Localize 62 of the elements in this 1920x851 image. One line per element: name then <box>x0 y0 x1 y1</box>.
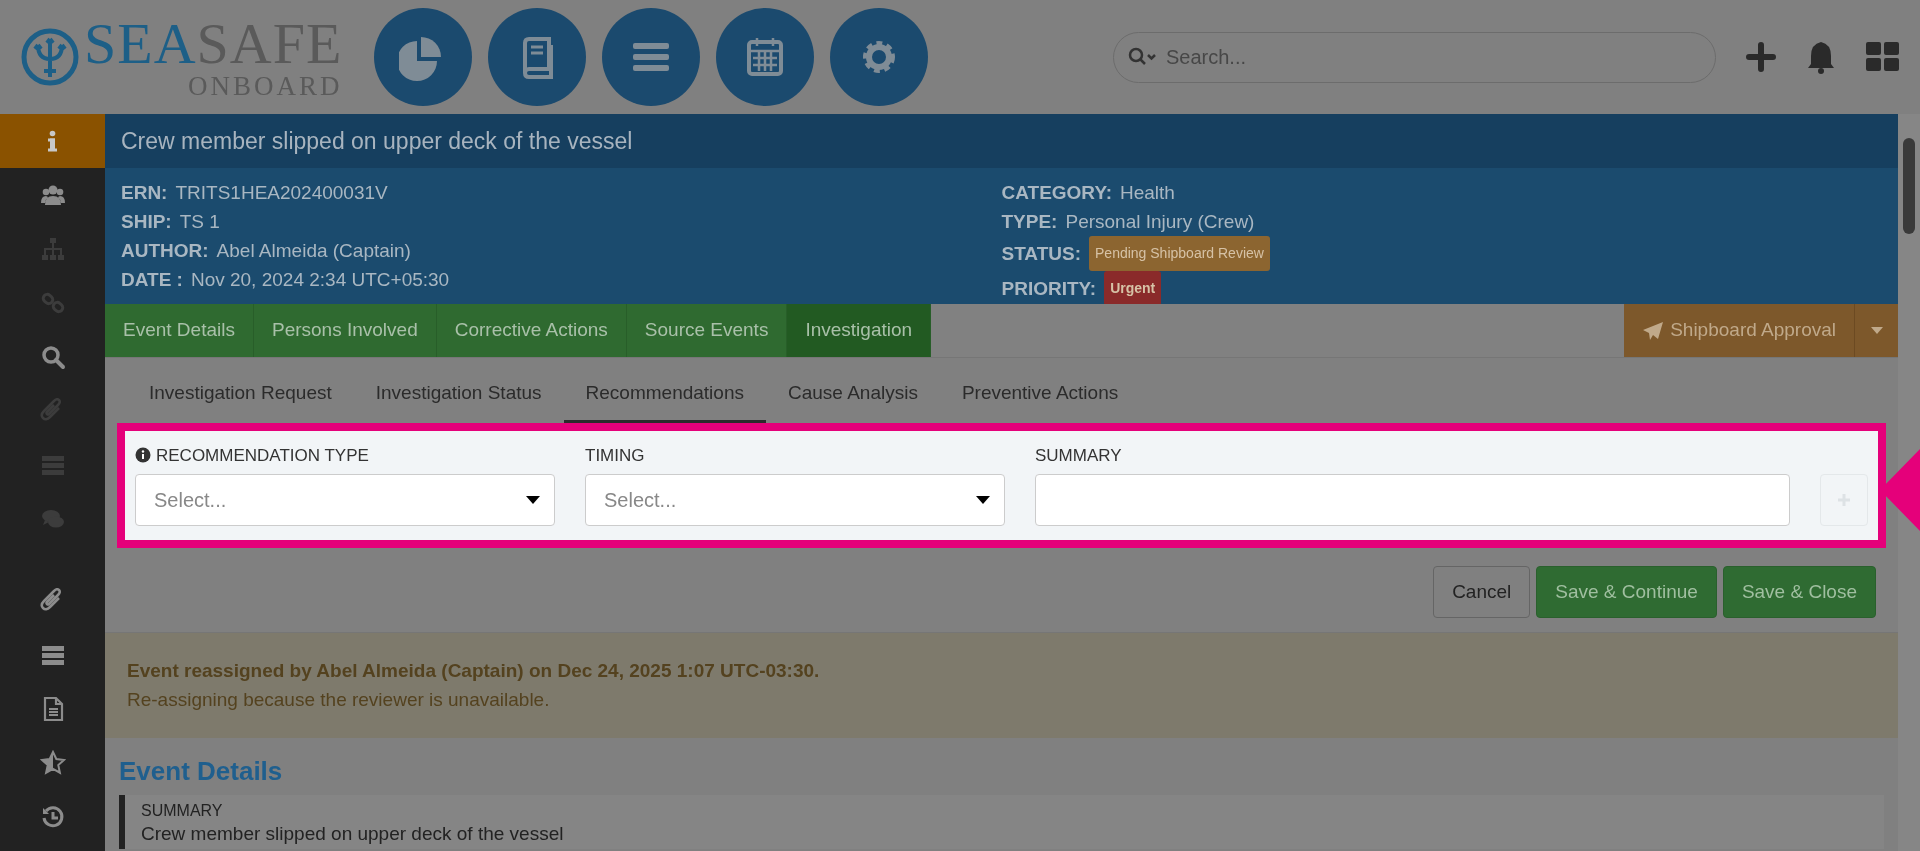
section-heading: Event Details <box>119 755 284 788</box>
paper-plane-icon <box>1642 320 1665 341</box>
field-label: ERN: <box>121 181 168 205</box>
field-value: Nov 20, 2024 2:34 UTC+05:30 <box>190 268 450 292</box>
approval-button[interactable]: Shipboard Approval <box>1624 304 1854 357</box>
status-badge: Urgent <box>1104 271 1162 306</box>
save-button[interactable]: Save & Close <box>1722 566 1876 618</box>
field-label: TIMING <box>585 444 645 467</box>
tab[interactable]: Persons Involved <box>253 304 437 357</box>
cancel-button[interactable]: Cancel <box>1433 566 1531 618</box>
subtab[interactable]: Investigation Status <box>353 367 564 423</box>
field-label: CATEGORY: <box>1001 181 1112 205</box>
bell-icon[interactable] <box>1806 40 1836 74</box>
event-title: Crew member slipped on upper deck of the vessel <box>105 114 1898 168</box>
caret-icon <box>1870 326 1883 335</box>
field-label: RECOMMENDATION TYPE <box>156 444 369 467</box>
tab[interactable]: Event Details <box>105 304 254 357</box>
caret-icon <box>526 496 540 504</box>
caret-icon <box>976 496 990 504</box>
alert-title: Event reassigned by Abel Almeida (Captain) on Dec 24, 2025 1:07 UTC-03:30. <box>127 659 821 683</box>
field-label: STATUS: <box>1001 242 1081 266</box>
field-value: Health <box>1120 181 1175 205</box>
field-label: SUMMARY <box>1035 444 1122 467</box>
subtab[interactable]: Preventive Actions <box>939 367 1141 423</box>
subtab[interactable]: Cause Analysis <box>766 367 940 423</box>
tab[interactable]: Source Events <box>626 304 788 357</box>
field-value: Personal Injury (Crew) <box>1065 210 1255 234</box>
tab[interactable]: Investigation <box>787 304 932 357</box>
sidebar-item[interactable] <box>0 114 105 168</box>
select-field[interactable]: Select... <box>135 474 555 526</box>
plus-icon[interactable] <box>1746 42 1776 72</box>
field-label: DATE : <box>121 268 183 292</box>
summary-label: SUMMARY <box>141 801 224 821</box>
sitemap-icon <box>39 236 66 262</box>
field-label: TYPE: <box>1001 210 1058 234</box>
select-field[interactable]: Select... <box>585 474 1005 526</box>
search-input[interactable]: Search... <box>1164 41 1701 73</box>
scrollbar[interactable] <box>1898 114 1920 851</box>
scrollbar-thumb[interactable] <box>1903 138 1915 234</box>
star-icon <box>39 750 66 776</box>
save-button[interactable]: Save & Continue <box>1536 566 1717 618</box>
field-label: SHIP: <box>121 210 172 234</box>
summary-field[interactable] <box>1035 474 1790 526</box>
search-field[interactable]: Search... <box>1113 31 1716 83</box>
status-badge: Pending Shipboard Review <box>1089 236 1270 271</box>
field-value: Abel Almeida (Captain) <box>216 239 411 263</box>
grid-icon[interactable] <box>1866 42 1900 72</box>
search-icon <box>39 344 66 370</box>
field-value: TRITS1HEA202400031V <box>175 181 388 205</box>
info-icon <box>47 129 58 153</box>
trident-logo-icon <box>20 27 80 87</box>
field-value: TS 1 <box>179 210 220 234</box>
field-label: AUTHOR: <box>121 239 209 263</box>
alert-message: Re-assigning because the reviewer is unavailable. <box>127 687 551 712</box>
subtab[interactable]: Investigation Request <box>127 367 354 423</box>
info-icon <box>135 447 151 464</box>
dropdown-toggle-button[interactable] <box>1854 304 1898 357</box>
summary-text: Crew member slipped on upper deck of the vessel <box>141 823 565 845</box>
link-icon <box>39 290 66 316</box>
tab[interactable]: Corrective Actions <box>436 304 627 357</box>
field-label: PRIORITY: <box>1001 277 1097 301</box>
search-icon <box>1128 47 1158 67</box>
